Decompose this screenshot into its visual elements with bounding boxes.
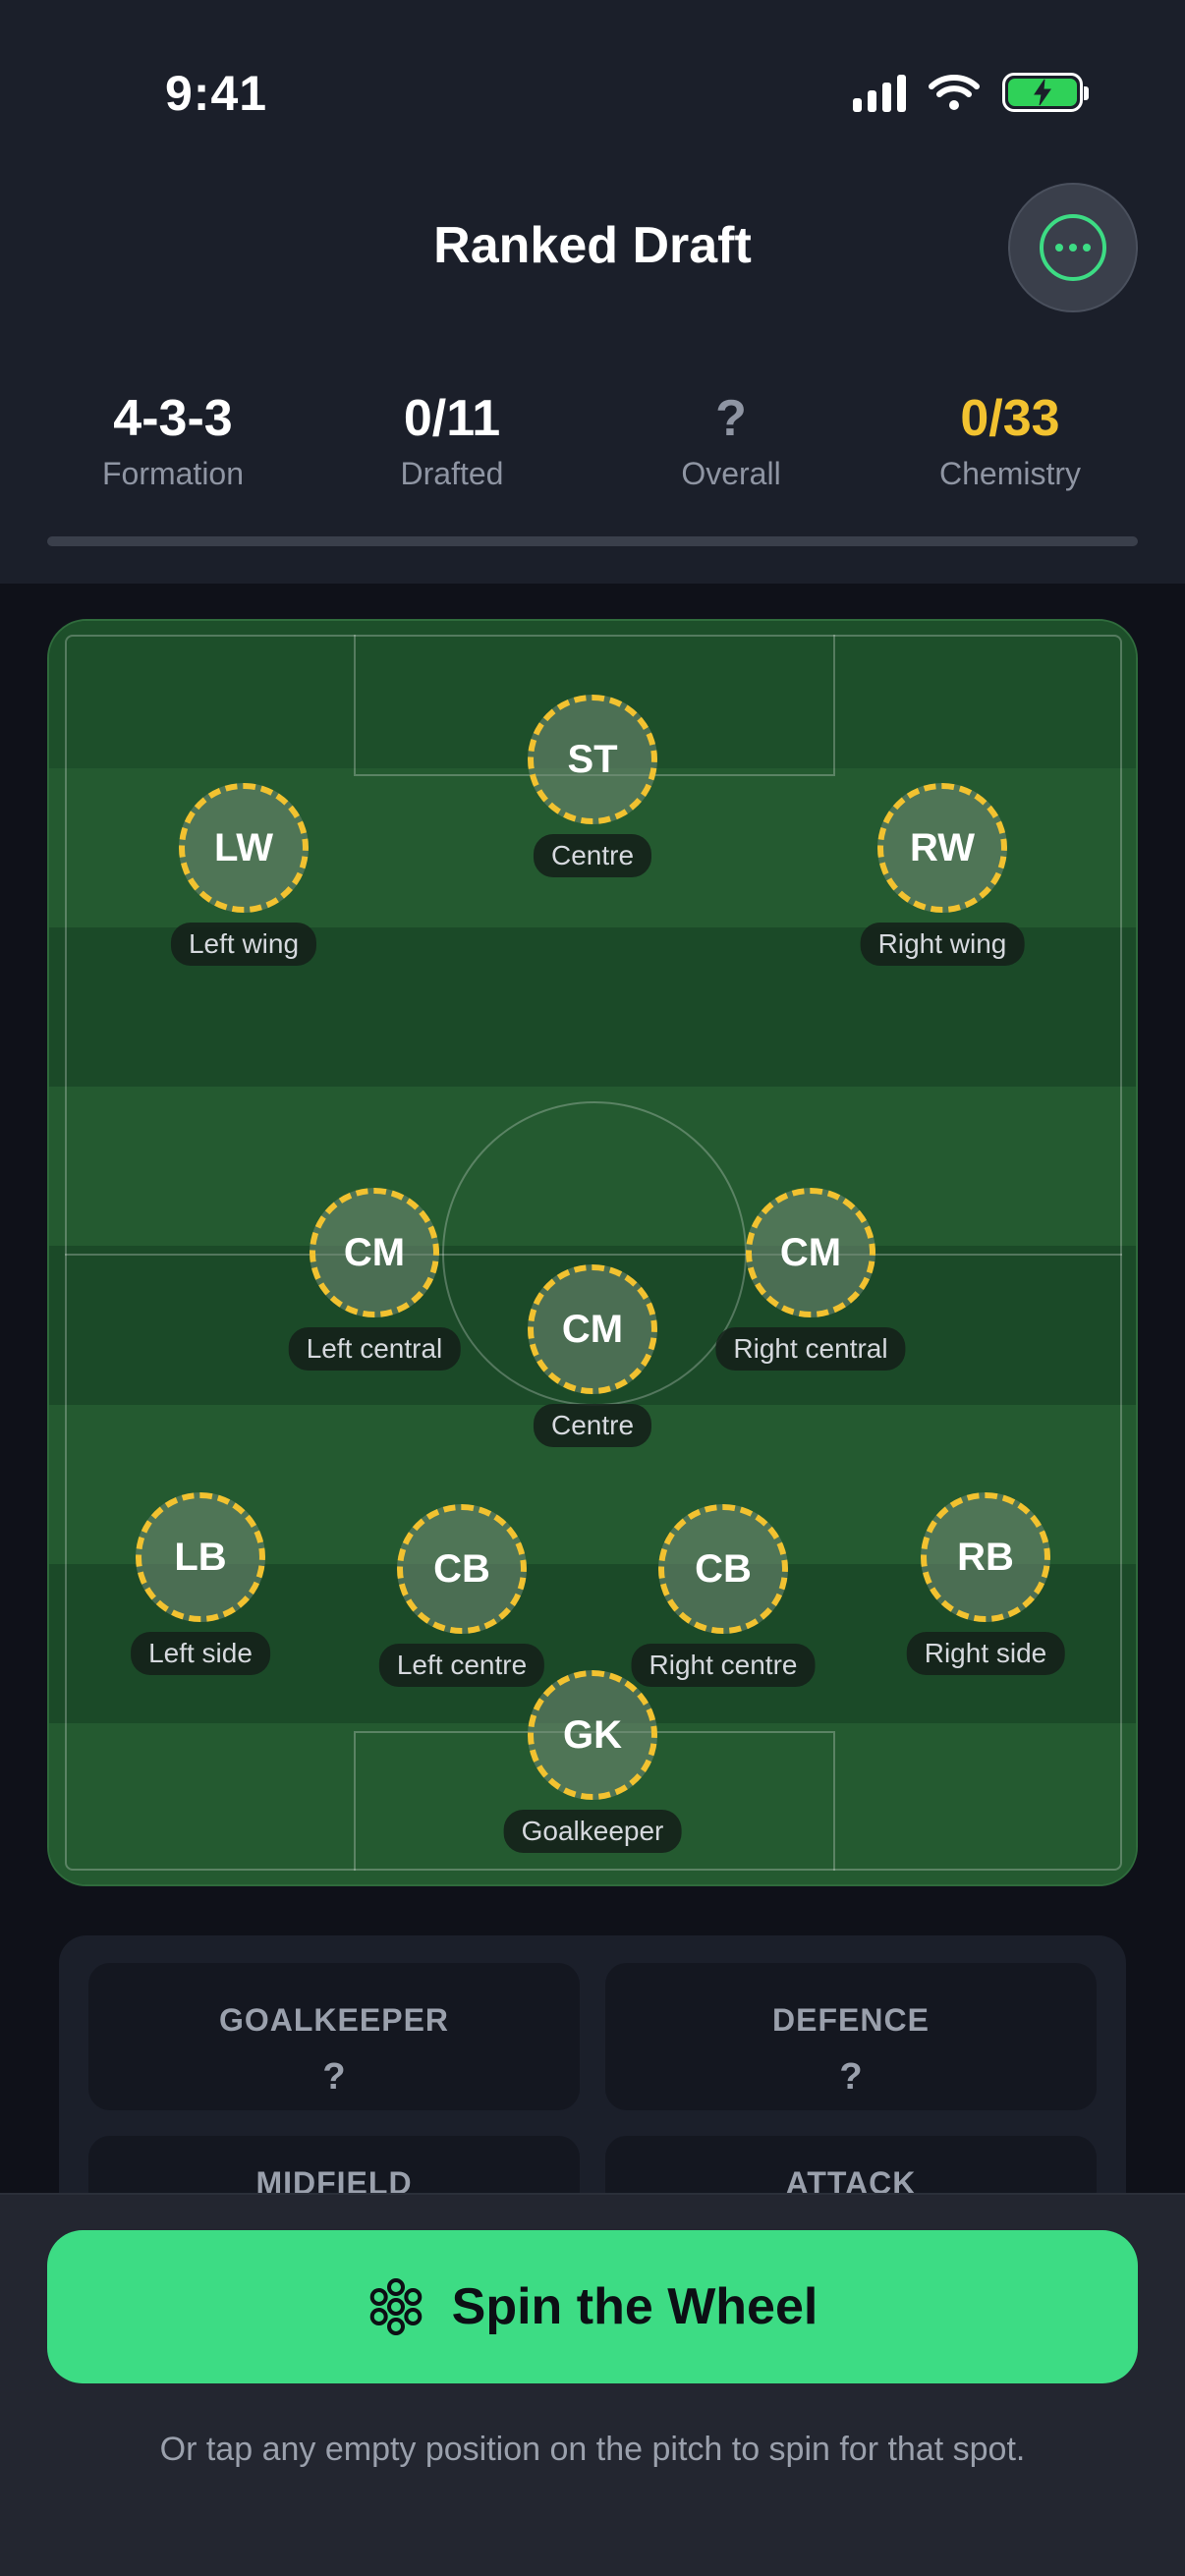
position-slot[interactable]: CB xyxy=(397,1504,527,1634)
stat-label: Overall xyxy=(681,456,781,491)
position-slot[interactable]: LB xyxy=(136,1492,265,1622)
position-slot[interactable]: CM xyxy=(310,1188,439,1317)
position-slot[interactable]: ST xyxy=(528,695,657,824)
wheel-icon xyxy=(369,2278,422,2335)
lineup-defence: DEFENCE ? xyxy=(605,1963,1097,2110)
header: 9:41 Ranked Draft 4-3-3 Formation 0/11 D… xyxy=(0,0,1185,584)
position-label: Centre xyxy=(533,1404,652,1447)
stat-value: ? xyxy=(715,390,747,447)
position-label: Goalkeeper xyxy=(503,1810,682,1853)
stat-overall: ? Overall xyxy=(592,389,871,492)
draft-progress-bar xyxy=(47,536,1138,546)
position-slot[interactable]: CB xyxy=(658,1504,788,1634)
stat-label: Drafted xyxy=(400,456,504,491)
position-label: Left side xyxy=(131,1632,270,1675)
stat-chemistry: 0/33 Chemistry xyxy=(871,389,1150,492)
lineup-heading: GOALKEEPER xyxy=(218,2002,450,2038)
stat-label: Formation xyxy=(101,456,245,491)
position-label: Left centre xyxy=(378,1644,545,1687)
lineup-heading: DEFENCE xyxy=(772,2002,930,2038)
pitch: ST Centre LW Left wing RW Right wing CM … xyxy=(47,619,1138,1886)
stat-value: 4-3-3 xyxy=(113,390,233,447)
more-options-button[interactable] xyxy=(1008,183,1138,312)
wifi-icon xyxy=(929,75,980,110)
charging-bolt-icon xyxy=(1034,79,1051,106)
stat-label: Chemistry xyxy=(938,456,1081,491)
status-time: 9:41 xyxy=(165,66,268,121)
position-label: Centre xyxy=(533,834,652,877)
stats-row: 4-3-3 Formation 0/11 Drafted ? Overall 0… xyxy=(0,389,1185,507)
lineup-goalkeeper: GOALKEEPER ? xyxy=(88,1963,580,2110)
cellular-signal-icon xyxy=(853,73,906,112)
position-slot[interactable]: GK xyxy=(528,1670,657,1800)
position-label: Left central xyxy=(288,1327,461,1371)
bottom-action-sheet: Spin the Wheel Or tap any empty position… xyxy=(0,2193,1185,2576)
spin-wheel-button[interactable]: Spin the Wheel xyxy=(47,2230,1138,2383)
battery-icon xyxy=(1002,73,1089,112)
position-label: Right side xyxy=(906,1632,1065,1675)
lineup-summary: GOALKEEPER ? DEFENCE ? MIDFIELD ? ATTACK… xyxy=(59,1935,1126,2230)
position-slot[interactable]: CM xyxy=(528,1264,657,1394)
spin-hint-text: Or tap any empty position on the pitch t… xyxy=(159,2431,1026,2468)
position-label: Right wing xyxy=(860,923,1025,966)
stat-value: 0/33 xyxy=(960,390,1060,447)
lineup-value: ? xyxy=(839,2056,863,2098)
stat-value: 0/11 xyxy=(403,390,501,447)
position-label: Right centre xyxy=(631,1644,816,1687)
position-slot[interactable]: LW xyxy=(179,783,309,913)
spin-wheel-label: Spin the Wheel xyxy=(451,2278,818,2335)
position-slot[interactable]: RW xyxy=(877,783,1007,913)
position-slot[interactable]: RB xyxy=(921,1492,1050,1622)
more-options-icon xyxy=(1040,214,1106,281)
stat-drafted: 0/11 Drafted xyxy=(312,389,592,492)
position-label: Right central xyxy=(715,1327,906,1371)
position-slot[interactable]: CM xyxy=(746,1188,875,1317)
stat-formation: 4-3-3 Formation xyxy=(33,389,312,492)
position-label: Left wing xyxy=(170,923,317,966)
status-icons xyxy=(853,73,1089,112)
lineup-value: ? xyxy=(322,2056,346,2098)
